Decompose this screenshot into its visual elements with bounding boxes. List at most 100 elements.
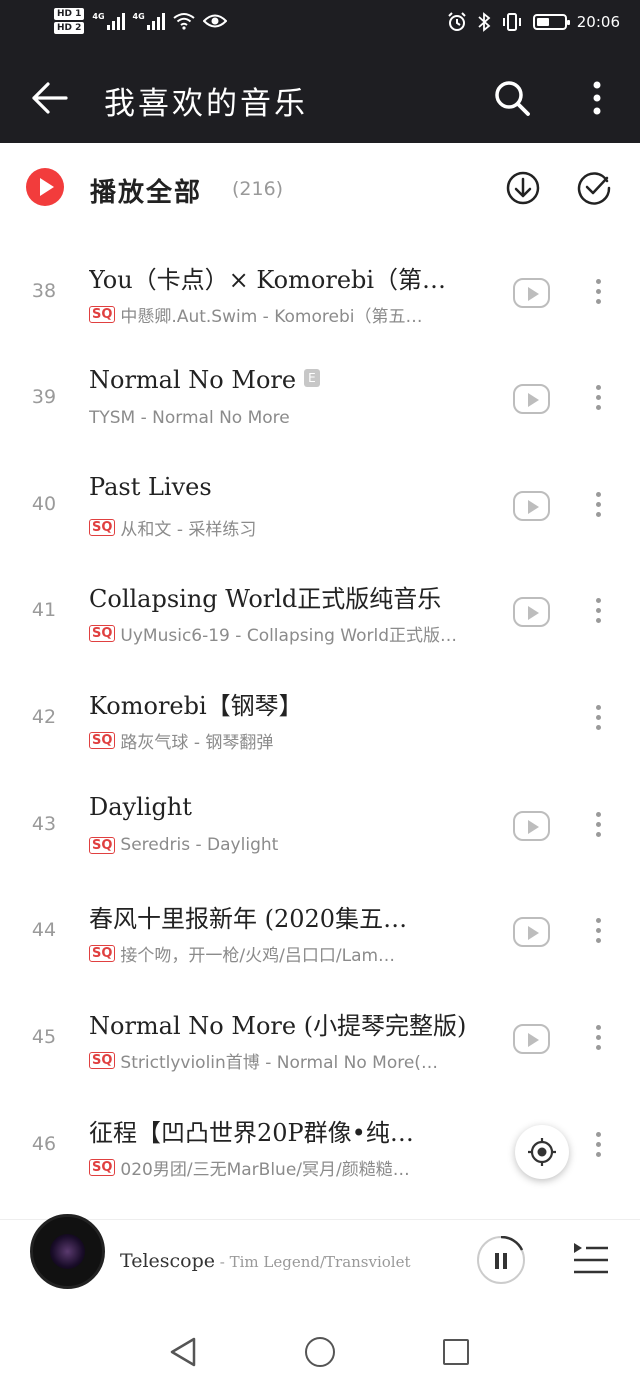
song-title[interactable]: Past Lives	[89, 473, 484, 501]
sq-badge: SQ	[89, 519, 116, 536]
song-artist-album: Strictlyviolin首博 - Normal No More(…	[120, 1053, 438, 1073]
song-title[interactable]: Normal No More E	[89, 366, 484, 394]
more-vertical-icon[interactable]	[588, 489, 608, 523]
status-bar: HD 1 HD 2 4G 4G 20:06	[0, 0, 640, 50]
list-item[interactable]: 44 春风十里报新年 (2020集五… SQ 接个吻，开一枪/火鸡/吕口口/Lam…	[0, 883, 640, 989]
song-artist-album: 接个吻，开一枪/火鸡/吕口口/Lam…	[120, 946, 396, 966]
sq-badge: SQ	[89, 1159, 116, 1176]
song-number: 38	[31, 280, 57, 302]
song-subtitle: SQ Strictlyviolin首博 - Normal No More(…	[89, 1048, 487, 1073]
play-circle-icon[interactable]	[26, 168, 64, 206]
sq-badge: SQ	[89, 306, 116, 323]
mv-play-icon[interactable]	[513, 491, 550, 521]
nav-recent-icon[interactable]	[443, 1339, 469, 1365]
list-item[interactable]: 42 Komorebi【钢琴】 SQ 路灰气球 - 钢琴翻弹	[0, 670, 640, 776]
song-number: 42	[31, 706, 57, 728]
song-artist-album: 020男团/三无MarBlue/冥月/颜糙糙…	[120, 1160, 410, 1180]
song-artist-album: Seredris - Daylight	[120, 835, 279, 855]
song-artist-album: UyMusic6-19 - Collapsing World正式版…	[120, 626, 458, 646]
song-title[interactable]: Komorebi【钢琴】	[89, 686, 484, 721]
song-artist-album: 从和文 - 采样练习	[120, 520, 257, 540]
list-item[interactable]: 43 Daylight SQ Seredris - Daylight	[0, 777, 640, 883]
song-subtitle: TYSM - Normal No More	[89, 408, 487, 428]
list-item[interactable]: 40 Past Lives SQ 从和文 - 采样练习	[0, 457, 640, 563]
song-artist-album: 中懸卿.Aut.Swim - Komorebi（第五…	[120, 307, 423, 327]
song-artist-album: TYSM - Normal No More	[89, 408, 290, 428]
song-artist-album: 路灰气球 - 钢琴翻弹	[120, 733, 274, 753]
song-title[interactable]: Daylight	[89, 793, 484, 821]
more-vertical-icon[interactable]	[588, 915, 608, 949]
page-title: 我喜欢的音乐	[104, 86, 308, 122]
status-time: 20:06	[576, 13, 620, 31]
album-art	[50, 1234, 85, 1269]
playlist-icon[interactable]	[570, 1240, 610, 1276]
now-playing-title: Telescope	[120, 1250, 215, 1272]
bluetooth-icon	[478, 12, 491, 32]
hd1-badge: HD 1	[54, 8, 85, 20]
network-indicators: HD 1 HD 2 4G 4G	[54, 8, 227, 34]
sq-badge: SQ	[89, 625, 116, 642]
search-icon[interactable]	[490, 76, 534, 120]
more-vertical-icon[interactable]	[580, 76, 614, 120]
song-subtitle: SQ 中懸卿.Aut.Swim - Komorebi（第五…	[89, 302, 487, 327]
song-title-text: Normal No More	[89, 366, 297, 394]
list-item[interactable]: 41 Collapsing World正式版纯音乐 SQ UyMusic6-19 …	[0, 563, 640, 669]
song-title[interactable]: You（卡点）× Komorebi（第…	[89, 260, 484, 295]
signal-2-icon: 4G	[133, 12, 165, 30]
sq-badge: SQ	[89, 945, 116, 962]
nav-back-icon[interactable]	[168, 1336, 198, 1368]
song-title[interactable]: 春风十里报新年 (2020集五…	[89, 899, 484, 934]
now-playing[interactable]: Telescope - Tim Legend/Transviolet	[120, 1250, 411, 1272]
more-vertical-icon[interactable]	[588, 595, 608, 629]
song-number: 41	[31, 599, 57, 621]
mv-play-icon[interactable]	[513, 278, 550, 308]
more-vertical-icon[interactable]	[588, 1129, 608, 1163]
song-subtitle: SQ UyMusic6-19 - Collapsing World正式版…	[89, 621, 487, 646]
mv-play-icon[interactable]	[513, 597, 550, 627]
list-item[interactable]: 39 Normal No More E TYSM - Normal No More	[0, 350, 640, 456]
song-title[interactable]: 征程【凹凸世界20P群像•纯…	[89, 1113, 484, 1148]
song-subtitle: SQ 020男团/三无MarBlue/冥月/颜糙糙…	[89, 1155, 487, 1180]
more-vertical-icon[interactable]	[588, 276, 608, 310]
more-vertical-icon[interactable]	[588, 702, 608, 736]
signal-1-icon: 4G	[92, 12, 125, 30]
song-number: 46	[31, 1133, 57, 1155]
system-indicators: 20:06	[447, 12, 620, 32]
song-number: 44	[31, 919, 57, 941]
vibrate-icon	[502, 13, 521, 31]
battery-icon	[532, 14, 570, 30]
mv-play-icon[interactable]	[513, 384, 550, 414]
song-subtitle: SQ Seredris - Daylight	[89, 835, 487, 855]
album-art-disc[interactable]	[30, 1214, 105, 1289]
play-all-label[interactable]: 播放全部	[90, 172, 202, 209]
check-circle-icon[interactable]	[576, 170, 612, 206]
back-arrow-icon[interactable]	[28, 76, 72, 120]
mv-play-icon[interactable]	[513, 917, 550, 947]
song-subtitle: SQ 路灰气球 - 钢琴翻弹	[89, 728, 487, 753]
list-item[interactable]: 45 Normal No More (小提琴完整版) SQ Strictlyvio…	[0, 990, 640, 1096]
sq-badge: SQ	[89, 732, 116, 749]
mv-play-icon[interactable]	[513, 811, 550, 841]
more-vertical-icon[interactable]	[588, 1022, 608, 1056]
locate-icon	[528, 1138, 556, 1166]
more-vertical-icon[interactable]	[588, 809, 608, 843]
more-vertical-icon[interactable]	[588, 382, 608, 416]
song-title[interactable]: Collapsing World正式版纯音乐	[89, 579, 484, 614]
song-title[interactable]: Normal No More (小提琴完整版)	[89, 1006, 484, 1041]
nav-home-icon[interactable]	[305, 1337, 335, 1367]
hd2-badge: HD 2	[54, 22, 85, 34]
locate-current-button[interactable]	[515, 1125, 569, 1179]
list-item[interactable]: 38 You（卡点）× Komorebi（第… SQ 中懸卿.Aut.Swim -…	[0, 244, 640, 350]
sq-badge: SQ	[89, 836, 116, 854]
play-all-row[interactable]: 播放全部 (216)	[0, 160, 640, 216]
download-icon[interactable]	[505, 170, 541, 206]
sq-badge: SQ	[89, 1052, 116, 1069]
top-bar: HD 1 HD 2 4G 4G 20:06 我喜欢的音乐	[0, 0, 640, 143]
song-count: (216)	[232, 178, 284, 200]
explicit-badge: E	[304, 368, 320, 387]
mv-play-icon[interactable]	[513, 1024, 550, 1054]
song-number: 45	[31, 1026, 57, 1048]
song-number: 40	[31, 493, 57, 515]
system-nav-bar	[0, 1303, 640, 1387]
now-playing-artist: - Tim Legend/Transviolet	[215, 1253, 411, 1271]
